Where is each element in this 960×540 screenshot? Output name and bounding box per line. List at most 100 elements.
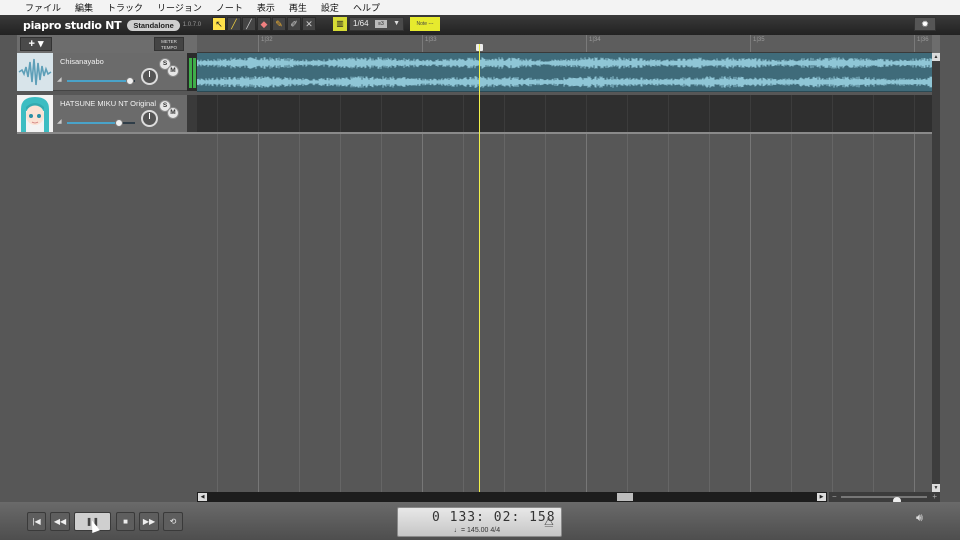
scroll-down-icon[interactable]: ▼	[932, 484, 940, 492]
rewind-button[interactable]: ◀◀	[50, 512, 70, 531]
stop-button[interactable]: ■	[116, 512, 135, 531]
track-header-vocal[interactable]: HATSUNE MIKU NT Original ◢ S M	[17, 95, 187, 133]
vocal-lane[interactable]	[197, 95, 932, 133]
ruler-label: 1|33	[425, 37, 437, 43]
scroll-left-icon[interactable]: ◀	[198, 493, 207, 501]
scroll-right-icon[interactable]: ▶	[817, 493, 826, 501]
scroll-thumb[interactable]	[617, 493, 633, 501]
eraser-tool-icon[interactable]: ◆	[257, 17, 271, 31]
gear-icon[interactable]: ✹	[914, 17, 936, 31]
menu-view[interactable]: 表示	[257, 1, 275, 14]
grid-line	[709, 95, 710, 133]
meter-tempo-button[interactable]: METER TEMPO	[154, 37, 184, 51]
menu-playback[interactable]: 再生	[289, 1, 307, 14]
edition-badge: Standalone	[127, 19, 180, 31]
menu-track[interactable]: トラック	[107, 1, 143, 14]
horizontal-scrollbar[interactable]: ◀ ▶	[197, 492, 827, 502]
cut-tool-icon[interactable]: ✕	[302, 17, 316, 31]
line-tool-icon[interactable]: ╱	[242, 17, 256, 31]
grid-line	[627, 95, 628, 133]
metronome-icon[interactable]: ⧋	[544, 516, 554, 529]
meter-bar-right	[193, 58, 196, 88]
level-meter	[187, 53, 197, 91]
ruler-tick	[586, 35, 587, 52]
grid-line	[422, 95, 423, 133]
grid-line	[299, 95, 300, 133]
marker-tool-icon[interactable]: ✎	[272, 17, 286, 31]
grid-line	[791, 134, 792, 492]
zoom-in-icon[interactable]: +	[932, 492, 937, 502]
track-name[interactable]: Chisanayabo	[60, 57, 104, 66]
speaker-icon[interactable]: 🔊︎	[916, 512, 923, 525]
ruler-tick	[258, 35, 259, 52]
scroll-up-icon[interactable]: ▲	[932, 53, 940, 61]
fast-forward-button[interactable]: ▶▶	[139, 512, 159, 531]
arrangement-grid[interactable]	[197, 134, 932, 492]
fader-knob[interactable]	[126, 77, 135, 85]
mute-button[interactable]: M	[167, 107, 179, 119]
vertical-scrollbar[interactable]: ▲ ▼	[932, 53, 940, 492]
audio-waveform-thumbnail	[17, 53, 53, 91]
rewind-to-start-button[interactable]: |◀	[27, 512, 46, 531]
pan-knob[interactable]	[141, 68, 158, 85]
track-list-empty-area	[17, 134, 197, 492]
grid-icon[interactable]: ▥	[333, 17, 347, 31]
audio-region[interactable]	[197, 53, 932, 92]
zoom-slider[interactable]: − +	[829, 492, 940, 505]
menu-settings[interactable]: 設定	[321, 1, 339, 14]
zoom-track	[841, 496, 927, 505]
grid-line	[914, 95, 915, 133]
grid-line	[832, 134, 833, 492]
menu-help[interactable]: ヘルプ	[353, 1, 380, 14]
menu-bar: ファイル 編集 トラック リージョン ノート 表示 再生 設定 ヘルプ	[0, 0, 960, 15]
fader-fill	[67, 80, 131, 82]
note-auto-button[interactable]: Note ---	[410, 17, 440, 31]
volume-fader[interactable]: ◢	[57, 118, 137, 128]
quantize-select[interactable]: 1/64 ≡3 ▼	[349, 17, 404, 31]
pan-knob[interactable]	[141, 110, 158, 127]
menu-file[interactable]: ファイル	[25, 1, 61, 14]
meter-bar-left	[189, 58, 192, 88]
timeline-ruler[interactable]: 1|32 1|33 1|34 1|35 1|36	[197, 35, 932, 53]
grid-line	[340, 95, 341, 133]
grid-line	[627, 134, 628, 492]
add-track-button[interactable]: + ▾	[20, 37, 52, 51]
playhead[interactable]	[479, 44, 480, 492]
menu-region[interactable]: リージョン	[157, 1, 202, 14]
grid-line	[914, 134, 915, 492]
grid-line	[504, 95, 505, 133]
volume-fader[interactable]: ◢	[57, 76, 137, 86]
grid-line	[217, 134, 218, 492]
grid-line	[832, 95, 833, 133]
ruler-label: 1|36	[917, 37, 929, 43]
fader-knob[interactable]	[115, 119, 124, 127]
version-label: 1.0.7.0	[182, 22, 202, 28]
zoom-out-icon[interactable]: −	[832, 492, 837, 502]
tempo-readout[interactable]: ♩= 145.00 4/4	[454, 527, 500, 534]
menu-edit[interactable]: 編集	[75, 1, 93, 14]
grid-line	[545, 95, 546, 133]
menu-note[interactable]: ノート	[216, 1, 243, 14]
pencil-tool-icon[interactable]: ╱	[227, 17, 241, 31]
fader-track	[67, 77, 135, 85]
quantize-badge: ≡3	[375, 20, 387, 28]
pen-tool-icon[interactable]: ✐	[287, 17, 301, 31]
ruler-label: 1|34	[589, 37, 601, 43]
volume-icon: ◢	[57, 77, 62, 83]
track-header-audio[interactable]: Chisanayabo ◢ S M	[17, 53, 197, 91]
grid-line	[873, 95, 874, 133]
pointer-tool-icon[interactable]: ↖	[212, 17, 226, 31]
grid-line	[586, 134, 587, 492]
mute-button[interactable]: M	[167, 65, 179, 77]
grid-line	[299, 134, 300, 492]
grid-line	[750, 134, 751, 492]
grid-line	[340, 134, 341, 492]
grid-line	[668, 95, 669, 133]
loop-button[interactable]: ⟲	[163, 512, 183, 531]
grid-line	[791, 95, 792, 133]
track-name[interactable]: HATSUNE MIKU NT Original	[60, 99, 156, 108]
ruler-label: 1|32	[261, 37, 273, 43]
ruler-tick	[750, 35, 751, 52]
waveform-channel	[197, 76, 932, 88]
grid-line	[709, 134, 710, 492]
